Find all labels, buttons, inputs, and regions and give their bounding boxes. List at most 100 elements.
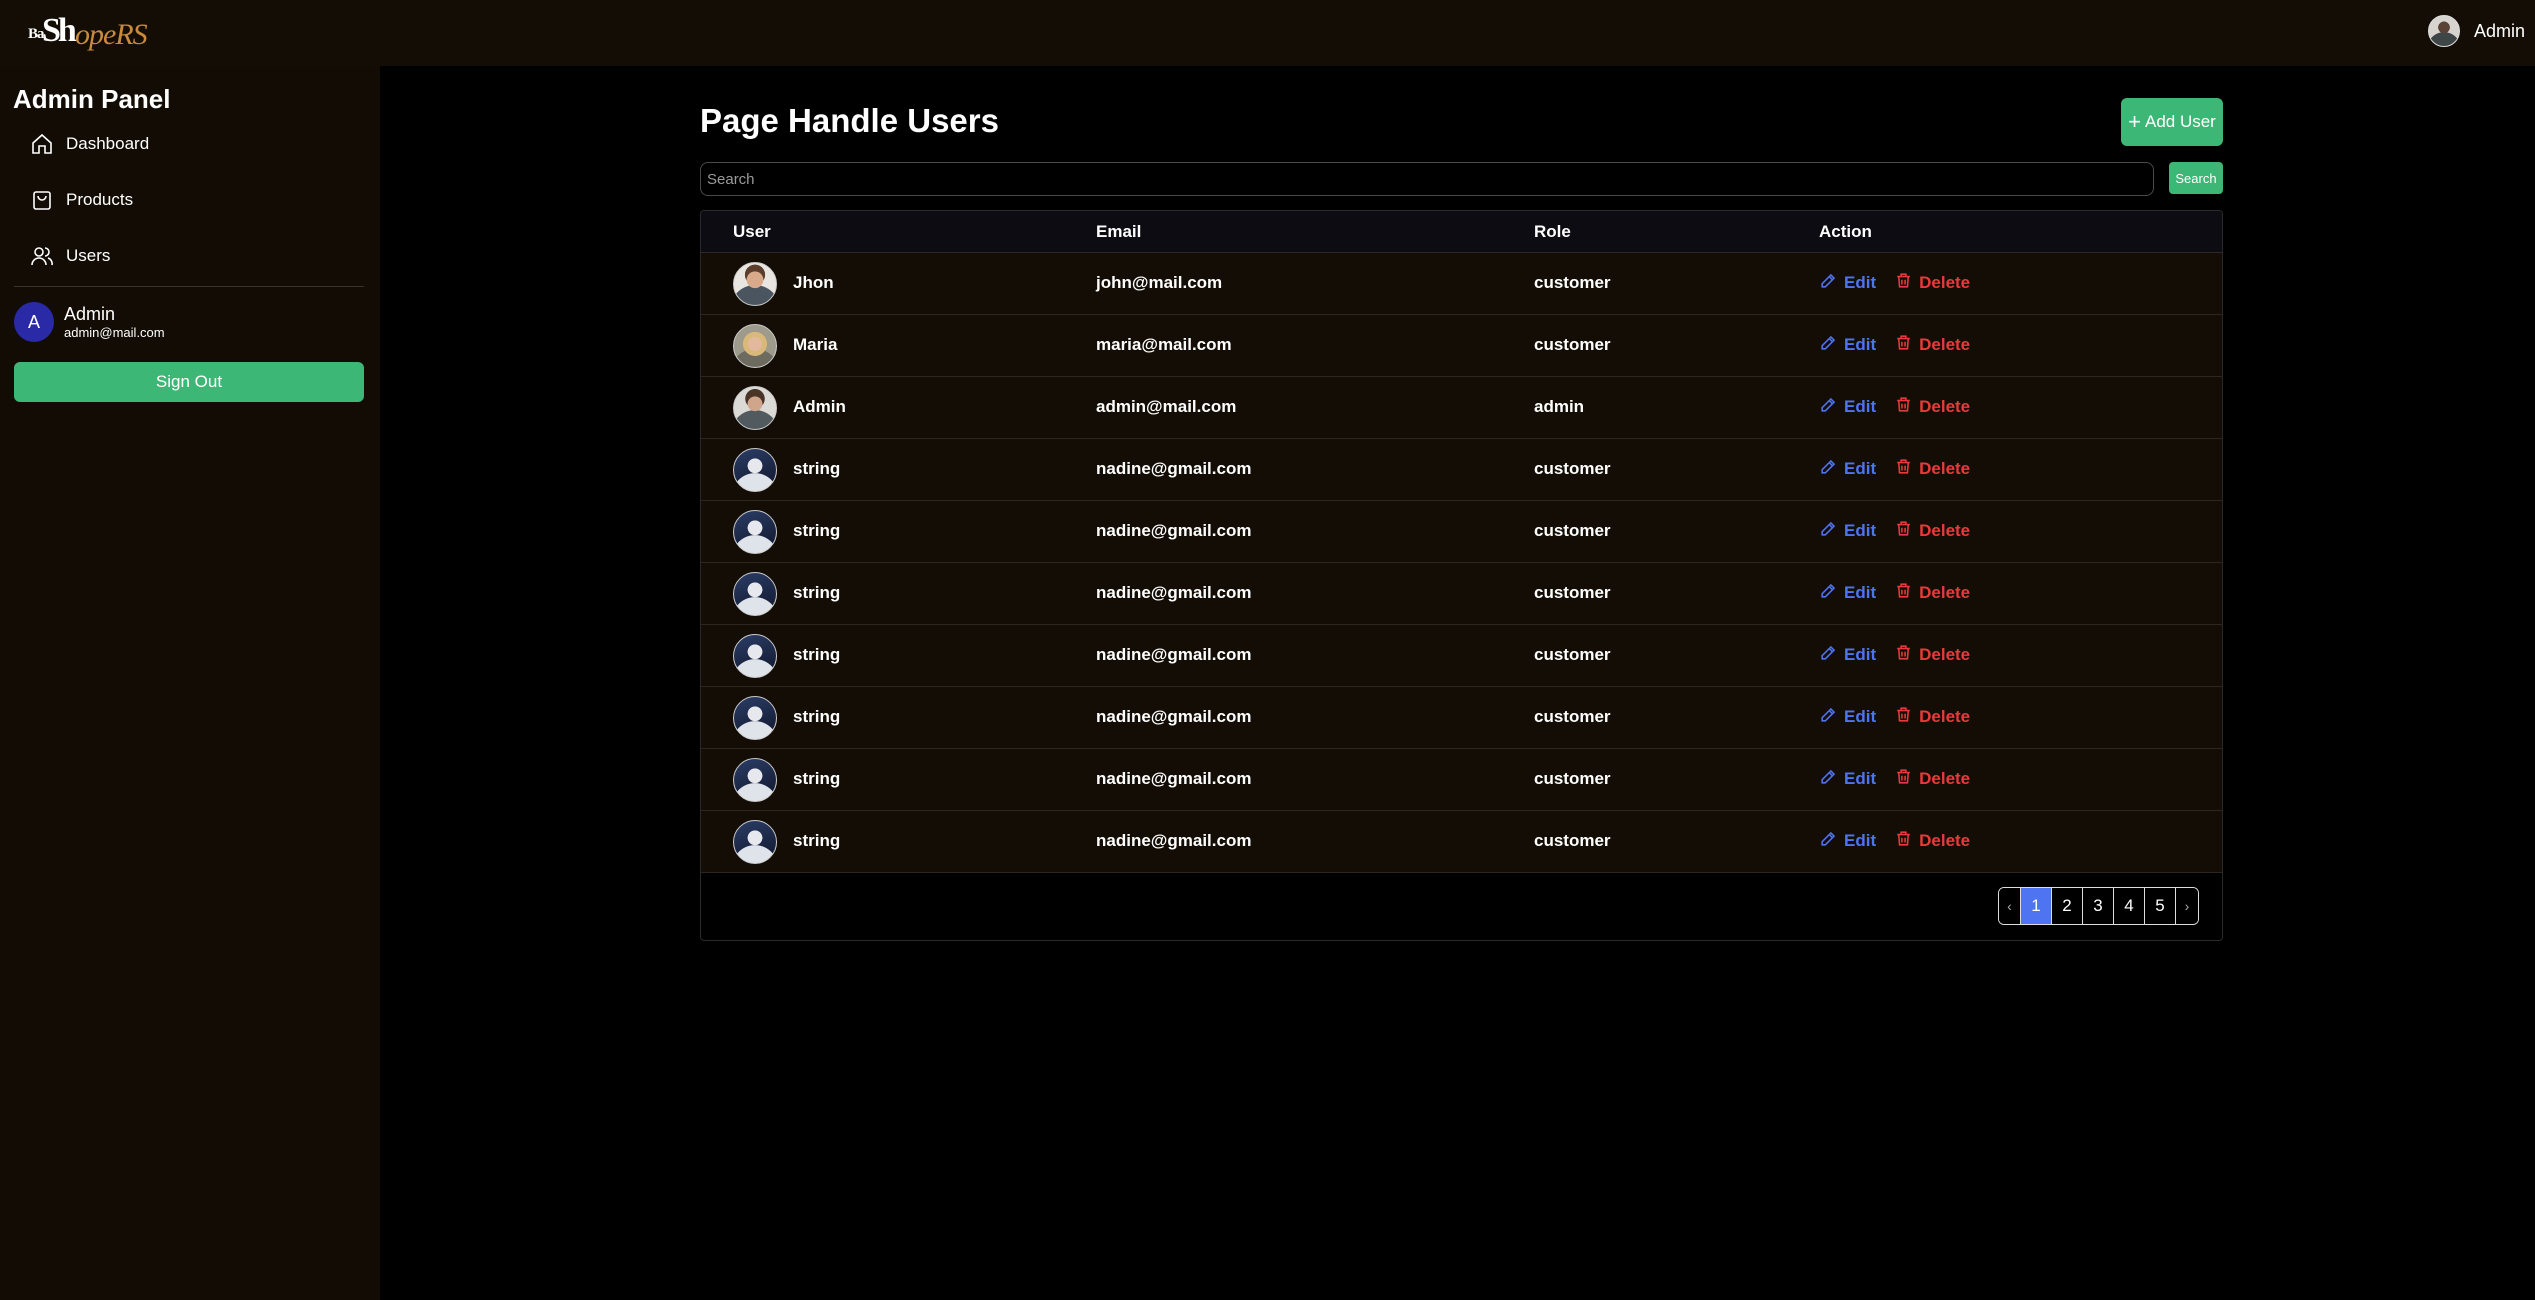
sign-out-button[interactable]: Sign Out [14, 362, 364, 402]
user-email: nadine@gmail.com [1096, 769, 1252, 788]
edit-button[interactable]: Edit [1819, 333, 1876, 357]
delete-label: Delete [1919, 769, 1971, 788]
table-row: string nadine@gmail.com customer Edit Delete [701, 687, 2222, 749]
edit-icon [1819, 457, 1838, 481]
edit-button[interactable]: Edit [1819, 519, 1876, 543]
user-role: customer [1534, 335, 1611, 354]
edit-button[interactable]: Edit [1819, 767, 1876, 791]
trash-icon [1894, 395, 1913, 419]
user-email: nadine@gmail.com [1096, 707, 1252, 726]
trash-icon [1894, 829, 1913, 853]
edit-button[interactable]: Edit [1819, 395, 1876, 419]
trash-icon [1894, 767, 1913, 791]
trash-icon [1894, 271, 1913, 295]
edit-icon [1819, 643, 1838, 667]
user-email: nadine@gmail.com [1096, 521, 1252, 540]
edit-icon [1819, 519, 1838, 543]
pagination-page-2[interactable]: 2 [2052, 888, 2083, 924]
edit-icon [1819, 271, 1838, 295]
edit-button[interactable]: Edit [1819, 271, 1876, 295]
edit-button[interactable]: Edit [1819, 829, 1876, 853]
table-row: string nadine@gmail.com customer Edit Delete [701, 749, 2222, 811]
search-input[interactable] [700, 162, 2154, 196]
pagination: ‹ 1 2 3 4 5 › [1998, 887, 2199, 925]
delete-button[interactable]: Delete [1894, 643, 1970, 667]
user-avatar[interactable] [2427, 15, 2460, 47]
user-avatar [733, 386, 777, 430]
table-header: User Email Role Action [701, 211, 2222, 253]
table-row: string nadine@gmail.com customer Edit Delete [701, 501, 2222, 563]
pagination-page-3[interactable]: 3 [2083, 888, 2114, 924]
add-user-button[interactable]: + Add User [2121, 98, 2223, 146]
edit-label: Edit [1844, 335, 1877, 354]
user-role: customer [1534, 707, 1611, 726]
user-email: nadine@gmail.com [1096, 831, 1252, 850]
pagination-page-5[interactable]: 5 [2145, 888, 2176, 924]
edit-button[interactable]: Edit [1819, 581, 1876, 605]
table-row: string nadine@gmail.com customer Edit Delete [701, 563, 2222, 625]
user-email: nadine@gmail.com [1096, 583, 1252, 602]
sidebar-item-users[interactable]: Users [30, 240, 110, 272]
row-actions: Edit Delete [1819, 395, 1970, 419]
pagination-page-1[interactable]: 1 [2021, 888, 2052, 924]
delete-button[interactable]: Delete [1894, 271, 1970, 295]
sidebar-divider [14, 286, 364, 287]
user-name: string [793, 459, 841, 478]
trash-icon [1894, 519, 1913, 543]
row-actions: Edit Delete [1819, 767, 1970, 791]
user-name: string [793, 707, 841, 726]
search-button[interactable]: Search [2169, 162, 2223, 194]
table-row: string nadine@gmail.com customer Edit Delete [701, 439, 2222, 501]
delete-button[interactable]: Delete [1894, 705, 1970, 729]
user-avatar [733, 634, 777, 678]
sidebar-user-card: A Admin admin@mail.com [14, 302, 165, 342]
pagination-next[interactable]: › [2176, 888, 2198, 924]
sidebar-item-products[interactable]: Products [30, 184, 133, 216]
delete-button[interactable]: Delete [1894, 829, 1970, 853]
sidebar-item-label: Users [66, 246, 111, 265]
plus-icon: + [2128, 109, 2141, 134]
user-name: string [793, 645, 841, 664]
user-name: Maria [793, 335, 838, 354]
home-icon [32, 133, 52, 154]
delete-button[interactable]: Delete [1894, 333, 1970, 357]
user-role: customer [1534, 831, 1611, 850]
sidebar-user-email: admin@mail.com [64, 325, 165, 340]
delete-button[interactable]: Delete [1894, 395, 1970, 419]
delete-button[interactable]: Delete [1894, 457, 1970, 481]
edit-button[interactable]: Edit [1819, 457, 1876, 481]
user-name: string [793, 521, 841, 540]
users-table: User Email Role Action Jhon john@mail.com… [700, 210, 2223, 941]
row-actions: Edit Delete [1819, 581, 1970, 605]
delete-label: Delete [1919, 707, 1971, 726]
column-user: User [733, 222, 771, 241]
row-actions: Edit Delete [1819, 519, 1970, 543]
delete-button[interactable]: Delete [1894, 767, 1970, 791]
user-role: customer [1534, 769, 1611, 788]
edit-button[interactable]: Edit [1819, 705, 1876, 729]
edit-icon [1819, 829, 1838, 853]
sidebar: Admin Panel Dashboard Products Users A A… [0, 66, 380, 1300]
delete-label: Delete [1919, 645, 1971, 664]
delete-button[interactable]: Delete [1894, 519, 1970, 543]
pagination-prev[interactable]: ‹ [1999, 888, 2021, 924]
sidebar-item-label: Products [66, 190, 134, 209]
edit-label: Edit [1844, 769, 1877, 788]
user-role: customer [1534, 273, 1611, 292]
column-action: Action [1819, 222, 1872, 241]
user-avatar [733, 572, 777, 616]
delete-label: Delete [1919, 335, 1971, 354]
delete-button[interactable]: Delete [1894, 581, 1970, 605]
edit-label: Edit [1844, 583, 1877, 602]
table-row: string nadine@gmail.com customer Edit Delete [701, 811, 2222, 873]
row-actions: Edit Delete [1819, 271, 1970, 295]
top-user-menu[interactable]: Admin [2427, 14, 2525, 48]
shopers-logo[interactable]: Ba Sh opeRS [28, 10, 148, 54]
delete-label: Delete [1919, 831, 1971, 850]
users-icon [31, 247, 53, 266]
sidebar-item-dashboard[interactable]: Dashboard [30, 128, 149, 160]
edit-button[interactable]: Edit [1819, 643, 1876, 667]
pagination-page-4[interactable]: 4 [2114, 888, 2145, 924]
row-actions: Edit Delete [1819, 457, 1970, 481]
user-role: admin [1534, 397, 1585, 416]
